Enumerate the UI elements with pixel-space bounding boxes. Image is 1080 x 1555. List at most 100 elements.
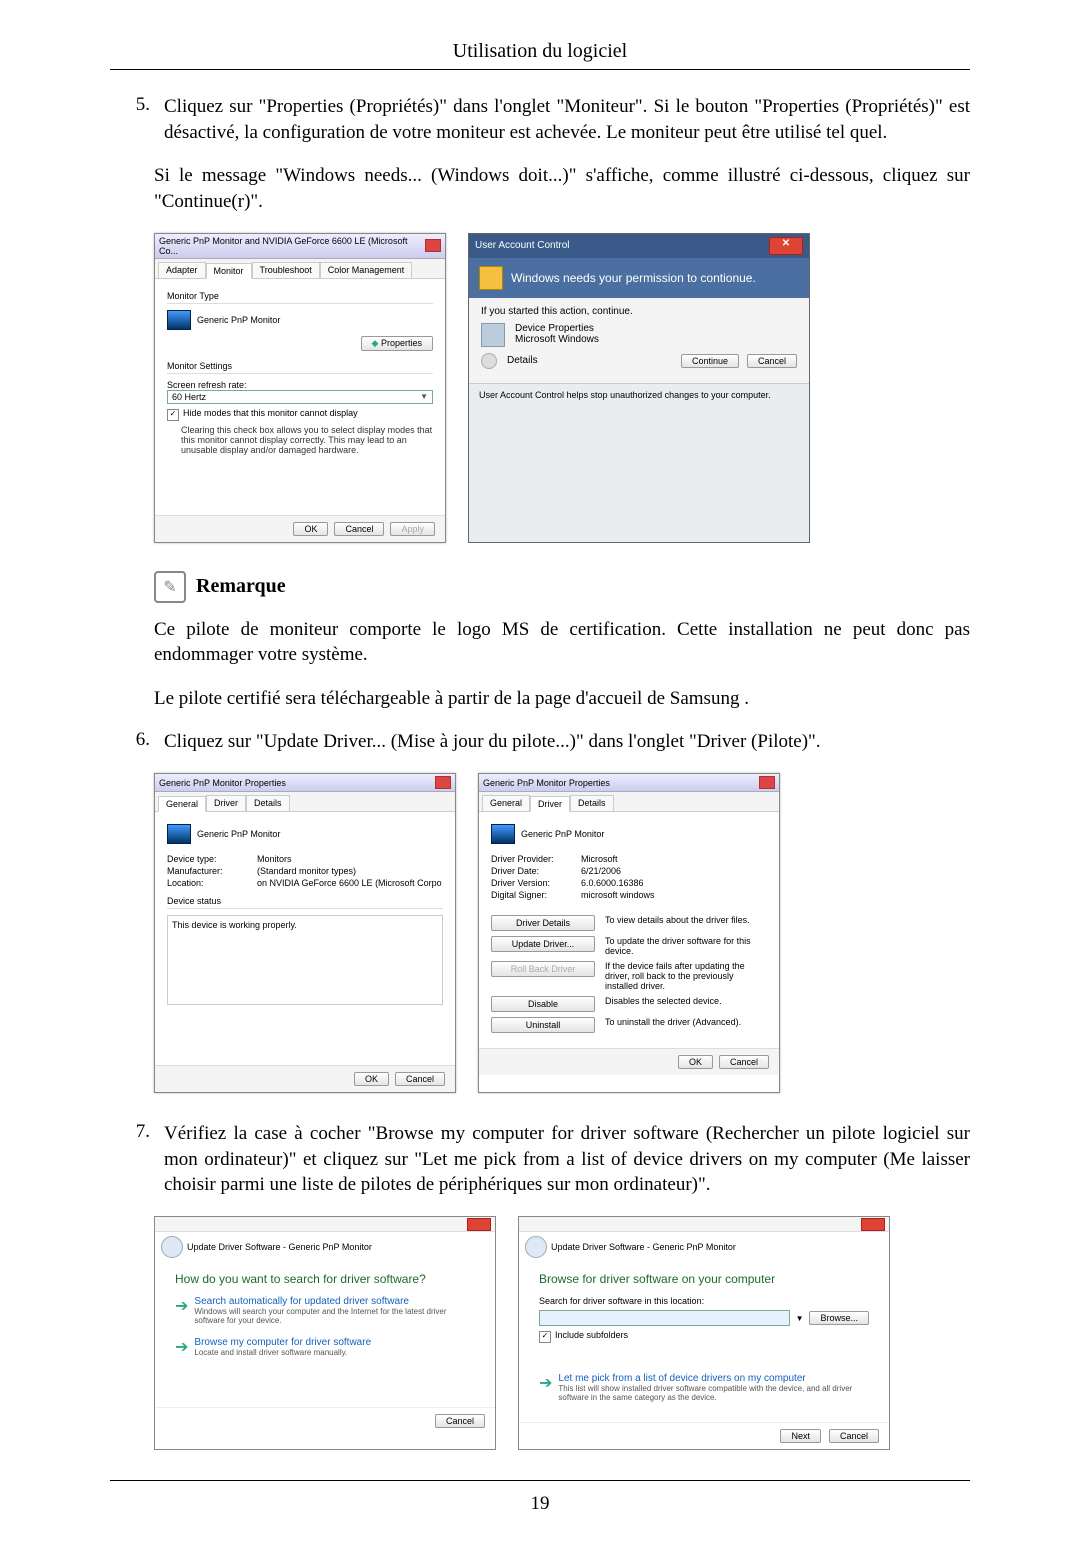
cancel-button[interactable]: Cancel <box>395 1072 445 1086</box>
arrow-icon: ➔ <box>175 1296 188 1325</box>
step-7: 7. Vérifiez la case à cocher "Browse my … <box>110 1121 970 1198</box>
tab-color[interactable]: Color Management <box>320 262 413 278</box>
tab-adapter[interactable]: Adapter <box>158 262 206 278</box>
tab-details[interactable]: Details <box>570 795 614 811</box>
uac-titlebar: User Account Control ✕ <box>469 234 809 258</box>
tab-general[interactable]: General <box>482 795 530 811</box>
close-icon[interactable] <box>435 776 451 789</box>
update-driver-button[interactable]: Update Driver... <box>491 936 595 952</box>
monitor-settings-label: Monitor Settings <box>167 361 433 371</box>
back-button[interactable] <box>525 1236 547 1258</box>
program-name: Device Properties <box>515 323 599 334</box>
step-number: 5. <box>110 94 164 145</box>
program-publisher: Microsoft Windows <box>515 334 599 345</box>
option-browse[interactable]: ➔ Browse my computer for driver software… <box>175 1337 475 1357</box>
close-icon[interactable] <box>759 776 775 789</box>
note-title: Remarque <box>196 575 286 598</box>
tab-driver[interactable]: Driver <box>530 796 570 812</box>
dialog-title: Generic PnP Monitor and NVIDIA GeForce 6… <box>159 236 425 256</box>
rollback-driver-button[interactable]: Roll Back Driver <box>491 961 595 977</box>
tab-driver[interactable]: Driver <box>206 795 246 811</box>
uac-started-text: If you started this action, continue. <box>481 306 797 317</box>
monitor-properties-dialog: Generic PnP Monitor and NVIDIA GeForce 6… <box>154 233 446 543</box>
uac-paragraph: Si le message "Windows needs... (Windows… <box>154 163 970 214</box>
close-icon[interactable] <box>467 1218 491 1231</box>
include-subfolders-label: Include subfolders <box>555 1330 628 1340</box>
cancel-button[interactable]: Cancel <box>435 1414 485 1428</box>
note-row: ✎ Remarque <box>154 571 970 603</box>
ok-button[interactable]: OK <box>293 522 328 536</box>
dialog-title: Generic PnP Monitor Properties <box>159 778 286 788</box>
details-label[interactable]: Details <box>507 355 538 366</box>
continue-button[interactable]: Continue <box>681 354 739 368</box>
tabs: Adapter Monitor Troubleshoot Color Manag… <box>155 259 445 279</box>
step-5: 5. Cliquez sur "Properties (Propriétés)"… <box>110 94 970 145</box>
note-icon: ✎ <box>154 571 186 603</box>
arrow-icon: ➔ <box>539 1373 552 1402</box>
step-number: 7. <box>110 1121 164 1198</box>
monitor-icon <box>491 824 515 844</box>
uac-title: User Account Control <box>475 240 570 251</box>
ok-button[interactable]: OK <box>354 1072 389 1086</box>
details-expand-icon[interactable] <box>481 353 497 369</box>
page-header: Utilisation du logiciel <box>110 40 970 63</box>
uninstall-button[interactable]: Uninstall <box>491 1017 595 1033</box>
tab-monitor[interactable]: Monitor <box>206 263 252 279</box>
apply-button[interactable]: Apply <box>390 522 435 536</box>
breadcrumb: Update Driver Software - Generic PnP Mon… <box>187 1242 372 1252</box>
tab-troubleshoot[interactable]: Troubleshoot <box>252 262 320 278</box>
cancel-button[interactable]: Cancel <box>719 1055 769 1069</box>
include-subfolders-checkbox[interactable]: ✓ <box>539 1331 551 1343</box>
refresh-label: Screen refresh rate: <box>167 380 433 390</box>
rule-bottom <box>110 1480 970 1481</box>
uac-footer: User Account Control helps stop unauthor… <box>469 383 809 406</box>
device-status-label: Device status <box>167 896 443 906</box>
tab-general[interactable]: General <box>158 796 206 812</box>
hide-modes-desc: Clearing this check box allows you to se… <box>181 425 433 455</box>
option-search-auto[interactable]: ➔ Search automatically for updated drive… <box>175 1296 475 1325</box>
disable-button[interactable]: Disable <box>491 996 595 1012</box>
step-text: Vérifiez la case à cocher "Browse my com… <box>164 1121 970 1198</box>
close-icon[interactable]: ✕ <box>769 237 803 255</box>
device-properties-general: Generic PnP Monitor Properties General D… <box>154 773 456 1093</box>
rule-top <box>110 69 970 70</box>
wizard-heading: Browse for driver software on your compu… <box>539 1272 869 1286</box>
dialog-title: Generic PnP Monitor Properties <box>483 778 610 788</box>
monitor-name: Generic PnP Monitor <box>197 315 280 325</box>
browse-button[interactable]: Browse... <box>809 1311 869 1325</box>
wizard-heading: How do you want to search for driver sof… <box>175 1272 475 1286</box>
monitor-icon <box>167 824 191 844</box>
uac-dialog: User Account Control ✕ Windows needs you… <box>468 233 810 543</box>
page-number: 19 <box>110 1493 970 1515</box>
dialog-titlebar: Generic PnP Monitor and NVIDIA GeForce 6… <box>155 234 445 259</box>
next-button[interactable]: Next <box>780 1429 821 1443</box>
properties-button[interactable]: ◆ Properties <box>361 336 433 351</box>
step-text: Cliquez sur "Properties (Propriétés)" da… <box>164 94 970 145</box>
monitor-type-label: Monitor Type <box>167 291 433 301</box>
step-text: Cliquez sur "Update Driver... (Mise à jo… <box>164 729 970 755</box>
chevron-down-icon: ▼ <box>420 392 428 401</box>
refresh-rate-select[interactable]: 60 Hertz▼ <box>167 390 433 404</box>
hide-modes-checkbox[interactable]: ✓ <box>167 409 179 421</box>
update-driver-wizard-search: Update Driver Software - Generic PnP Mon… <box>154 1216 496 1450</box>
option-pick-from-list[interactable]: ➔ Let me pick from a list of device driv… <box>539 1373 869 1402</box>
tab-details[interactable]: Details <box>246 795 290 811</box>
cancel-button[interactable]: Cancel <box>829 1429 879 1443</box>
monitor-icon <box>167 310 191 330</box>
close-icon[interactable] <box>861 1218 885 1231</box>
driver-details-button[interactable]: Driver Details <box>491 915 595 931</box>
shield-icon <box>479 266 503 290</box>
device-status-box: This device is working properly. <box>167 915 443 1005</box>
note-paragraph-1: Ce pilote de moniteur comporte le logo M… <box>154 617 970 668</box>
ok-button[interactable]: OK <box>678 1055 713 1069</box>
location-input[interactable] <box>539 1310 790 1326</box>
cancel-button[interactable]: Cancel <box>747 354 797 368</box>
back-button[interactable] <box>161 1236 183 1258</box>
device-name: Generic PnP Monitor <box>521 829 604 839</box>
uac-banner-text: Windows needs your permission to contion… <box>511 271 756 285</box>
hide-modes-label: Hide modes that this monitor cannot disp… <box>183 408 358 418</box>
step-number: 6. <box>110 729 164 755</box>
cancel-button[interactable]: Cancel <box>334 522 384 536</box>
close-icon[interactable] <box>425 239 441 252</box>
note-paragraph-2: Le pilote certifié sera téléchargeable à… <box>154 686 970 712</box>
